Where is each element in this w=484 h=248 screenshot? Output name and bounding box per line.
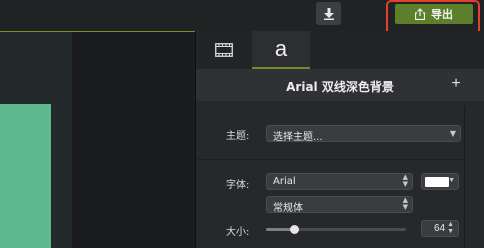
tab-visual-properties[interactable] (196, 31, 252, 69)
size-slider-thumb[interactable] (290, 225, 299, 234)
panel-header: Arial 双线深色背景 + (196, 69, 484, 101)
film-icon (215, 43, 233, 57)
updown-chevron-icon: ▲ ▼ (402, 173, 408, 188)
panel-tabs: a (196, 31, 484, 69)
canvas-area[interactable] (0, 32, 195, 248)
chevron-down-icon: ▼ (449, 129, 456, 138)
theme-label: 主题: (226, 131, 250, 142)
size-slider[interactable] (266, 225, 406, 234)
font-style-value: 常规体 (273, 203, 303, 214)
updown-chevron-icon: ▲ ▼ (447, 221, 454, 235)
theme-select[interactable]: 选择主题... ▼ (266, 125, 461, 143)
size-label: 大小: (226, 227, 250, 238)
download-button[interactable] (316, 2, 341, 25)
theme-select-value: 选择主题... (273, 132, 323, 143)
tab-text-properties[interactable]: a (252, 31, 310, 69)
size-value: 64 (434, 223, 446, 234)
font-label: 字体: (226, 180, 250, 191)
canvas-shape[interactable] (0, 104, 51, 248)
panel-title: Arial 双线深色背景 (286, 80, 394, 94)
chevron-down-icon: ▼ (448, 177, 455, 184)
add-preset-button[interactable]: + (446, 74, 466, 94)
updown-chevron-icon: ▲ ▼ (402, 196, 408, 211)
font-family-select[interactable]: Arial ▲ ▼ (266, 173, 413, 190)
section-divider (196, 159, 464, 160)
size-stepper[interactable]: 64 ▲ ▼ (421, 220, 459, 237)
download-arrow-icon (323, 7, 334, 20)
font-style-select[interactable]: 常规体 ▲ ▼ (266, 196, 413, 214)
panel-scrollbar[interactable] (464, 106, 465, 248)
font-color-fill (425, 177, 449, 187)
font-family-value: Arial (273, 176, 296, 187)
font-color-picker[interactable]: ▼ (421, 173, 459, 190)
properties-panel: a Arial 双线深色背景 + 主题: 选择主题... ▼ 字体: Arial… (196, 31, 484, 248)
